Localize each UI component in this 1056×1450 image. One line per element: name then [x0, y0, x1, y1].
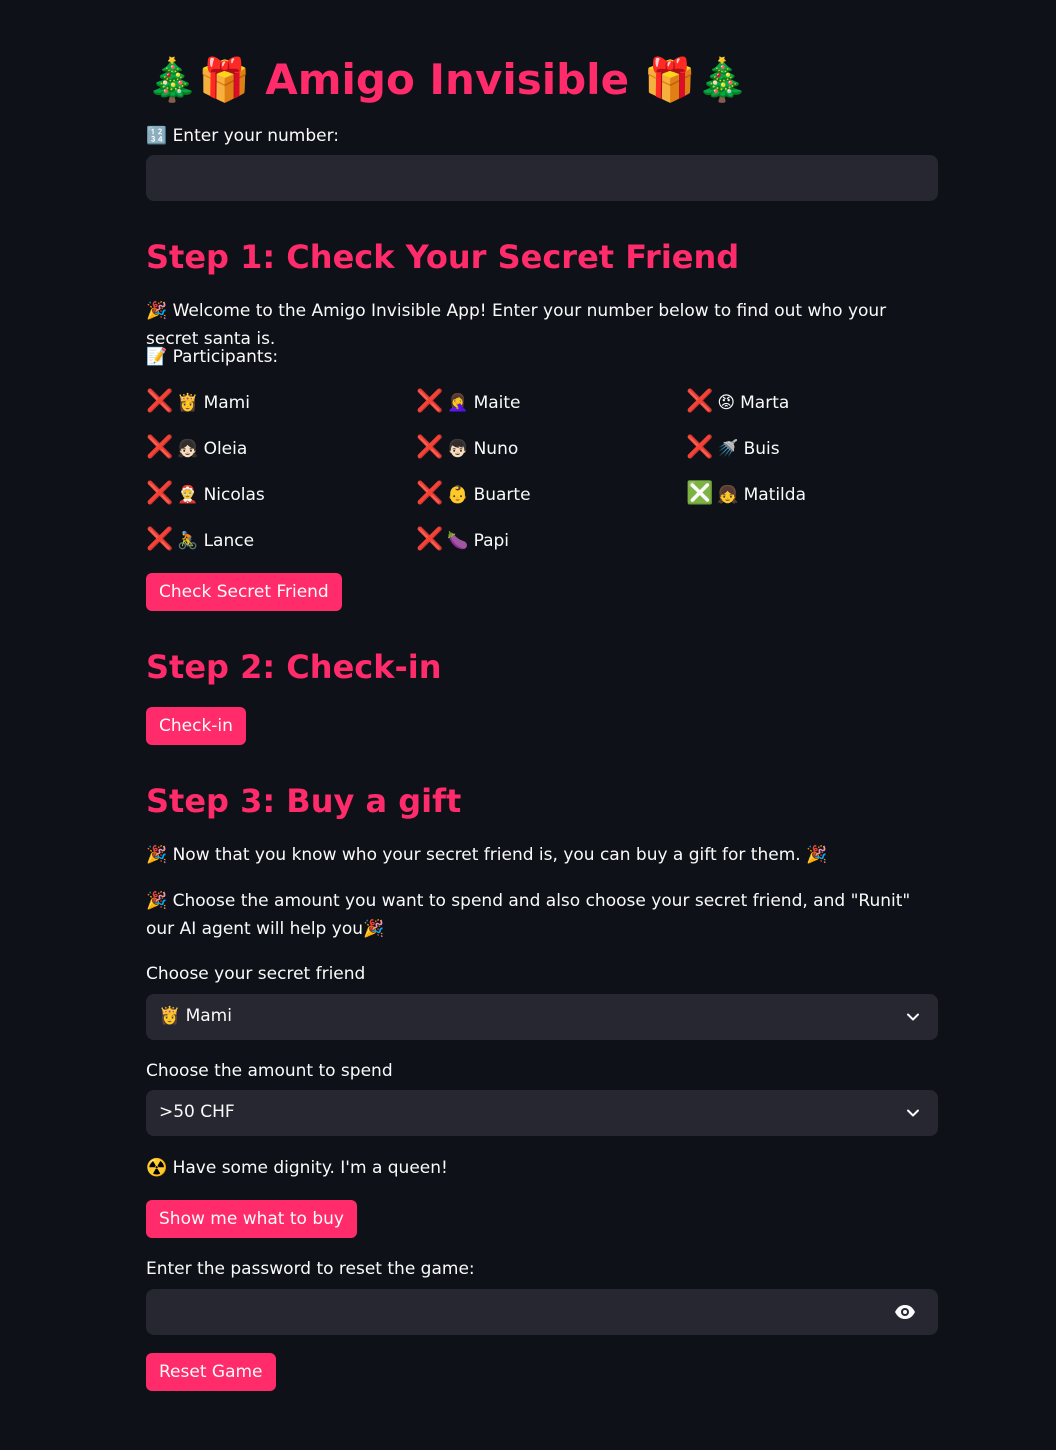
status-icon: ❌ — [416, 527, 444, 552]
amount-select-value: >50 CHF — [159, 1102, 235, 1122]
step3-instructions-text: 🎉 Choose the amount you want to spend an… — [146, 891, 911, 939]
password-label: Enter the password to reset the game: — [146, 1259, 475, 1279]
status-icon: ❌ — [686, 389, 714, 414]
status-icon: ❌ — [686, 435, 714, 460]
participant-name: Papi — [473, 531, 509, 551]
participant-item: ❌ 🤦‍♀️ Maite — [416, 389, 521, 414]
participant-emoji: 👧 — [717, 485, 739, 505]
status-icon: ❌ — [146, 481, 174, 506]
participant-name: Mami — [203, 393, 250, 413]
participant-item: ❎ 👧 Matilda — [686, 481, 806, 506]
participant-emoji: 🚿 — [717, 439, 739, 459]
status-icon: ❌ — [146, 527, 174, 552]
participant-name: Buarte — [473, 485, 531, 505]
participant-emoji: 🤶 — [177, 485, 199, 505]
number-input-label: 🔢 Enter your number: — [146, 126, 340, 146]
participant-item: ❌ 👧🏻 Oleia — [146, 435, 247, 460]
show-me-what-to-buy-button[interactable]: Show me what to buy — [146, 1200, 357, 1238]
status-icon: ❎ — [686, 481, 714, 506]
participant-name: Nuno — [473, 439, 519, 459]
participant-name: Marta — [740, 393, 790, 413]
friend-select[interactable]: 👸 Mami — [146, 994, 938, 1040]
amount-select[interactable]: >50 CHF — [146, 1090, 938, 1136]
participant-item: ❌ 🚿 Buis — [686, 435, 780, 460]
chevron-down-icon — [907, 1109, 919, 1117]
reset-game-button[interactable]: Reset Game — [146, 1353, 276, 1391]
participant-name: Matilda — [743, 485, 806, 505]
participant-item: ❌ 🤶 Nicolas — [146, 481, 265, 506]
number-input[interactable] — [146, 155, 874, 201]
participant-name: Maite — [473, 393, 521, 413]
participant-item: ❌ 👦🏻 Nuno — [416, 435, 518, 460]
step1-heading: Step 1: Check Your Secret Friend — [146, 238, 740, 276]
step3-heading: Step 3: Buy a gift — [146, 782, 462, 820]
participant-emoji: 👸 — [177, 393, 199, 413]
number-input-container — [146, 155, 938, 201]
step3-intro-text: 🎉 Now that you know who your secret frie… — [146, 845, 828, 865]
friend-select-value: 👸 Mami — [159, 1006, 232, 1026]
participant-emoji: 👧🏻 — [177, 439, 199, 459]
participant-item: ❌ 🚴 Lance — [146, 527, 254, 552]
participant-item: ❌ 👶 Buarte — [416, 481, 531, 506]
app-page: 🎄🎁 Amigo Invisible 🎁🎄 🔢 Enter your numbe… — [0, 0, 1056, 1450]
status-icon: ❌ — [416, 435, 444, 460]
chevron-down-icon — [907, 1013, 919, 1021]
password-input[interactable] — [146, 1289, 874, 1335]
participant-emoji: 🍆 — [447, 531, 469, 551]
participant-item: ❌ 🍆 Papi — [416, 527, 509, 552]
status-icon: ❌ — [416, 481, 444, 506]
participant-item: ❌ 😡 Marta — [686, 389, 789, 414]
participant-name: Lance — [203, 531, 255, 551]
status-icon: ❌ — [146, 435, 174, 460]
participant-emoji: 👦🏻 — [447, 439, 469, 459]
status-icon: ❌ — [416, 389, 444, 414]
check-secret-friend-button[interactable]: Check Secret Friend — [146, 573, 342, 611]
participant-emoji: 😡 — [717, 393, 736, 413]
step2-heading: Step 2: Check-in — [146, 648, 442, 686]
participant-name: Nicolas — [203, 485, 265, 505]
gift-message: ☢️ Have some dignity. I'm a queen! — [146, 1158, 448, 1178]
participant-emoji: 🚴 — [177, 531, 199, 551]
participant-emoji: 🤦‍♀️ — [447, 393, 469, 413]
password-input-container — [146, 1289, 938, 1335]
participant-emoji: 👶 — [447, 485, 469, 505]
friend-select-label: Choose your secret friend — [146, 964, 366, 984]
page-title: 🎄🎁 Amigo Invisible 🎁🎄 — [146, 55, 749, 104]
amount-select-label: Choose the amount to spend — [146, 1061, 393, 1081]
eye-icon[interactable] — [894, 1302, 916, 1322]
status-icon: ❌ — [146, 389, 174, 414]
participants-label: 📝 Participants: — [146, 347, 279, 367]
participant-item: ❌ 👸 Mami — [146, 389, 250, 414]
participant-name: Buis — [743, 439, 780, 459]
check-in-button[interactable]: Check-in — [146, 707, 246, 745]
participant-name: Oleia — [203, 439, 248, 459]
